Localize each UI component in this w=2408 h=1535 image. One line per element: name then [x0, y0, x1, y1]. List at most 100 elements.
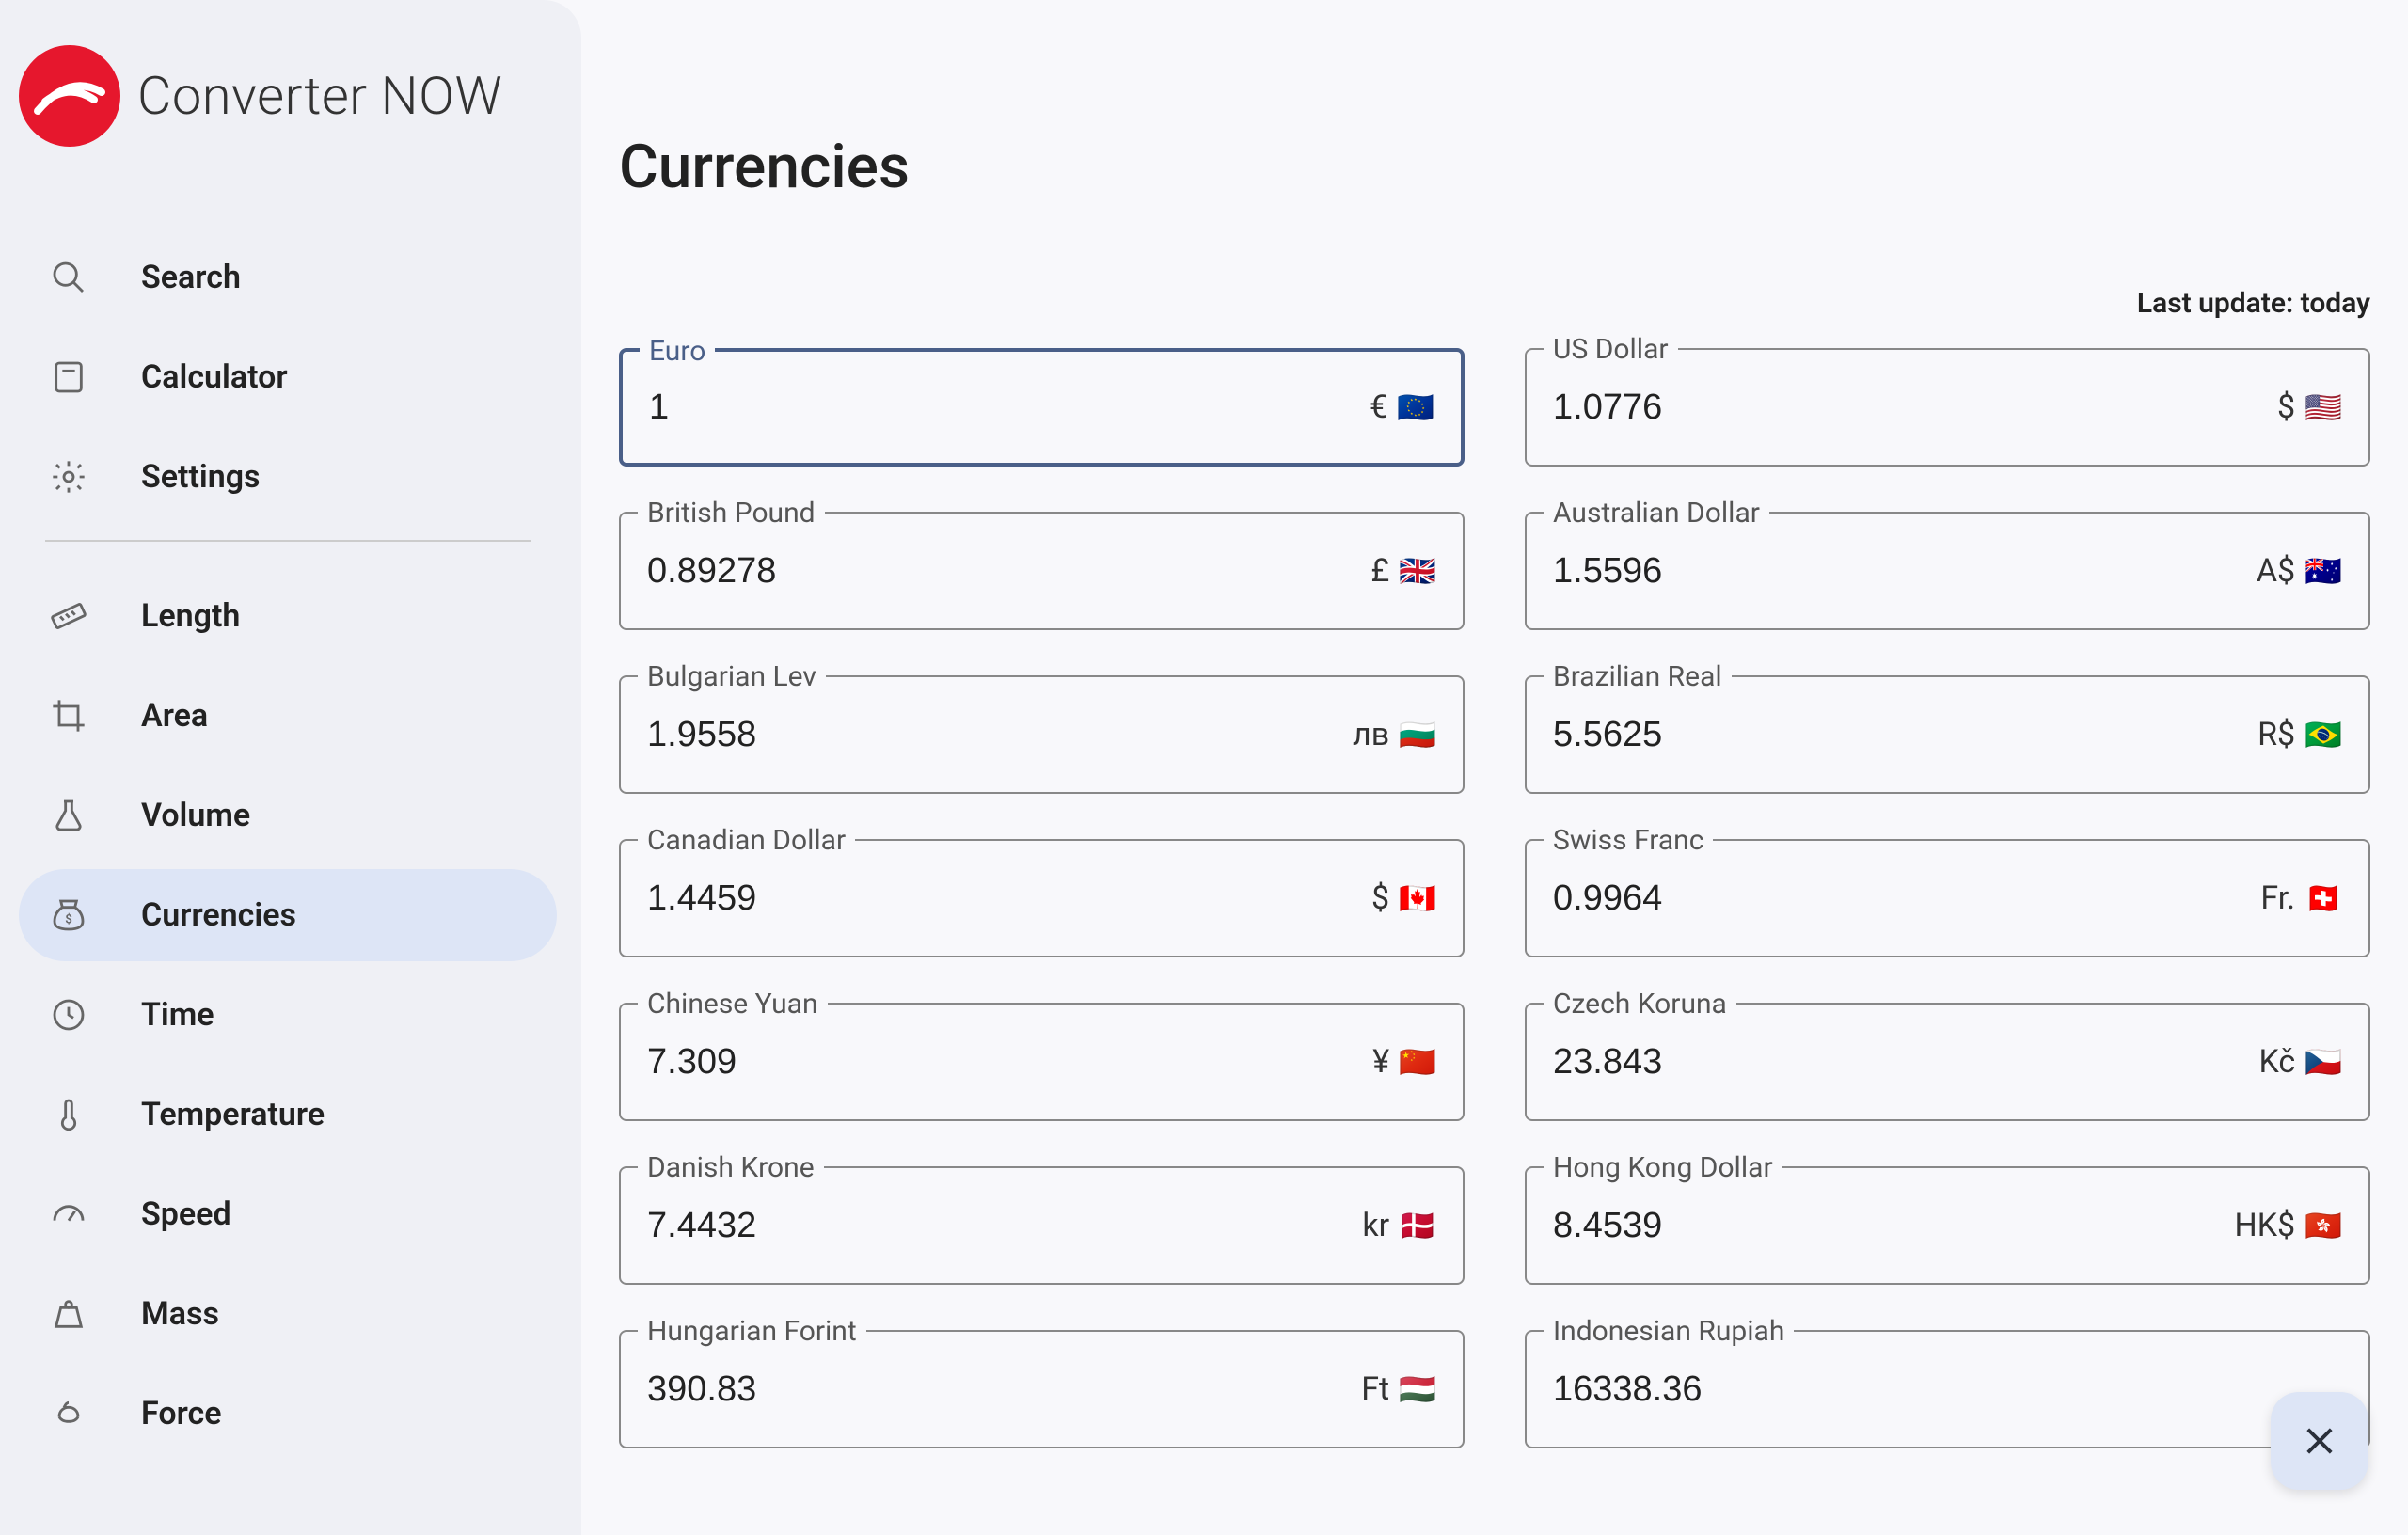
currency-input[interactable] [647, 1042, 1372, 1083]
sidebar-item-time[interactable]: Time [19, 969, 557, 1061]
currency-suffix: $🇺🇸 [2277, 388, 2342, 426]
currency-field[interactable]: Hong Kong DollarHK$🇭🇰 [1525, 1166, 2370, 1285]
currency-suffix: Kč 🇨🇿 [2258, 1043, 2342, 1081]
sidebar-item-temperature[interactable]: Temperature [19, 1068, 557, 1161]
currency-input[interactable] [647, 551, 1370, 592]
currency-suffix: HK$🇭🇰 [2234, 1207, 2342, 1244]
currency-field[interactable]: US Dollar$🇺🇸 [1525, 348, 2370, 467]
currency-field[interactable]: Danish Kronekr🇩🇰 [619, 1166, 1465, 1285]
currency-input[interactable] [647, 715, 1353, 755]
sidebar-item-label: Length [141, 597, 240, 635]
currency-input[interactable] [1553, 1206, 2234, 1246]
sidebar-item-label: Time [141, 996, 214, 1034]
sidebar-item-label: Mass [141, 1295, 219, 1333]
currency-field[interactable]: Hungarian ForintFt🇭🇺 [619, 1330, 1465, 1448]
sidebar-item-label: Speed [141, 1195, 231, 1233]
currency-field-label: Swiss Franc [1544, 824, 1713, 857]
flag-icon: 🇨🇿 [2305, 1044, 2342, 1080]
currency-field[interactable]: Bulgarian Levлв🇧🇬 [619, 675, 1465, 794]
sidebar-item-currencies[interactable]: $ Currencies [19, 869, 557, 961]
currency-input[interactable] [1553, 715, 2258, 755]
main-content: Currencies Last update: today Euro€🇪🇺 US … [581, 0, 2408, 1535]
sidebar-item-label: Temperature [141, 1096, 325, 1133]
currency-symbol: $ [1371, 879, 1389, 917]
currency-input[interactable] [1553, 1369, 2333, 1410]
sidebar-item-volume[interactable]: Volume [19, 769, 557, 862]
money-bag-icon: $ [49, 895, 88, 935]
currency-field[interactable]: Brazilian RealR$🇧🇷 [1525, 675, 2370, 794]
currency-symbol: R$ [2258, 716, 2295, 753]
currency-symbol: £ [1370, 552, 1389, 590]
flag-icon: 🇭🇺 [1399, 1371, 1436, 1407]
currency-field-label: Australian Dollar [1544, 497, 1769, 530]
currency-input[interactable] [1553, 551, 2257, 592]
sidebar-item-search[interactable]: Search [19, 231, 557, 324]
sidebar-item-label: Calculator [141, 358, 288, 396]
currency-field-label: Bulgarian Lev [638, 660, 826, 693]
currency-input[interactable] [647, 878, 1371, 919]
currency-input[interactable] [649, 388, 1370, 428]
currency-field[interactable]: Indonesian Rupiah [1525, 1330, 2370, 1448]
currency-symbol: kr [1362, 1207, 1389, 1244]
weight-icon [49, 1294, 88, 1334]
flag-icon: 🇭🇰 [2305, 1208, 2342, 1243]
sidebar-item-force[interactable]: Force [19, 1368, 557, 1460]
currency-field-label: British Pound [638, 497, 825, 530]
currency-input[interactable] [1553, 878, 2260, 919]
currency-input[interactable] [647, 1206, 1362, 1246]
currency-suffix: R$🇧🇷 [2258, 716, 2342, 753]
sidebar-item-speed[interactable]: Speed [19, 1168, 557, 1260]
flag-icon: 🇦🇺 [2305, 553, 2342, 589]
currency-field[interactable]: Czech KorunaKč🇨🇿 [1525, 1003, 2370, 1121]
sidebar-item-label: Currencies [141, 896, 296, 934]
app-logo-row: Converter NOW [19, 45, 557, 147]
flag-icon: 🇧🇬 [1399, 717, 1436, 752]
close-icon [2300, 1421, 2339, 1461]
sidebar-item-mass[interactable]: Mass [19, 1268, 557, 1360]
sidebar-item-label: Search [141, 259, 241, 296]
currency-suffix: kr 🇩🇰 [1362, 1207, 1436, 1244]
flag-icon: 🇨🇦 [1399, 880, 1436, 916]
flask-icon [49, 796, 88, 835]
flag-icon: 🇺🇸 [2305, 389, 2342, 425]
crop-icon [49, 696, 88, 736]
ruler-icon [49, 596, 88, 636]
currency-field[interactable]: Swiss FrancFr.🇨🇭 [1525, 839, 2370, 957]
currency-field-label: Czech Koruna [1544, 988, 1736, 1021]
currency-field[interactable]: Canadian Dollar$🇨🇦 [619, 839, 1465, 957]
currency-field[interactable]: Chinese Yuan¥🇨🇳 [619, 1003, 1465, 1121]
currency-field[interactable]: Euro€🇪🇺 [619, 348, 1465, 467]
sidebar-item-calculator[interactable]: Calculator [19, 331, 557, 423]
flag-icon: 🇩🇰 [1399, 1208, 1436, 1243]
currency-suffix: €🇪🇺 [1370, 388, 1434, 426]
currency-symbol: лв [1353, 716, 1389, 753]
currency-suffix: Fr.🇨🇭 [2260, 879, 2342, 917]
currency-field[interactable]: Australian DollarA$🇦🇺 [1525, 512, 2370, 630]
currency-input[interactable] [1553, 1042, 2258, 1083]
currency-symbol: € [1370, 388, 1387, 426]
currency-field-label: Brazilian Real [1544, 660, 1732, 693]
sidebar-item-length[interactable]: Length [19, 570, 557, 662]
currency-input[interactable] [647, 1369, 1361, 1410]
currency-suffix: $ 🇨🇦 [1371, 879, 1436, 917]
currency-suffix: £🇬🇧 [1370, 552, 1436, 590]
sidebar-item-settings[interactable]: Settings [19, 431, 557, 523]
gauge-icon [49, 1195, 88, 1234]
sidebar-item-label: Area [141, 697, 208, 735]
last-update-label: Last update: today [619, 287, 2370, 320]
currency-suffix: ¥🇨🇳 [1372, 1043, 1436, 1081]
sidebar-item-area[interactable]: Area [19, 670, 557, 762]
currency-field-label: Hong Kong Dollar [1544, 1151, 1782, 1184]
currency-suffix: лв 🇧🇬 [1353, 716, 1436, 753]
sidebar-item-label: Force [141, 1395, 222, 1432]
currency-suffix: Ft🇭🇺 [1361, 1370, 1436, 1408]
app-name: Converter NOW [137, 65, 502, 127]
currency-symbol: Kč [2258, 1043, 2295, 1081]
clear-button[interactable] [2271, 1392, 2368, 1490]
currency-input[interactable] [1553, 388, 2277, 428]
page-title: Currencies [619, 132, 2370, 202]
calculator-icon [49, 357, 88, 397]
currency-field[interactable]: British Pound£🇬🇧 [619, 512, 1465, 630]
app-logo-icon [19, 45, 120, 147]
currency-suffix: A$🇦🇺 [2257, 552, 2342, 590]
